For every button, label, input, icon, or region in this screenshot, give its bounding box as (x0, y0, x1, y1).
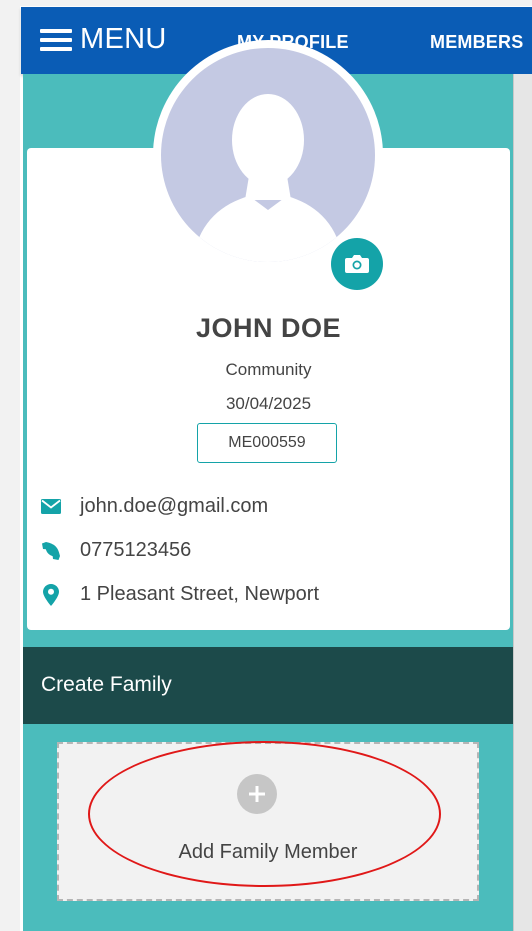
contact-phone-row: 0775123456 (40, 539, 191, 562)
contact-email-row: john.doe@gmail.com (40, 495, 268, 518)
member-id-value: ME000559 (228, 434, 306, 451)
add-family-member-button[interactable]: Add Family Member (57, 742, 479, 901)
plus-circle-icon (237, 774, 277, 814)
avatar (161, 48, 375, 262)
add-family-member-label: Add Family Member (178, 841, 358, 863)
phone-icon (40, 540, 62, 562)
contact-phone: 0775123456 (80, 539, 192, 561)
menu-button[interactable]: MENU (40, 23, 167, 56)
create-family-title: Create Family (41, 673, 172, 696)
profile-name: JOHN DOE (195, 313, 342, 343)
map-marker-icon (40, 583, 62, 606)
window-left-edge (0, 0, 20, 931)
contact-email: john.doe@gmail.com (80, 495, 269, 517)
contact-address-row: 1 Pleasant Street, Newport (40, 583, 319, 606)
camera-icon (345, 255, 369, 273)
nav-link-members[interactable]: MEMBERS (430, 32, 523, 53)
page-right-edge (513, 74, 532, 931)
create-family-header: Create Family (23, 647, 513, 724)
page-right-divider (513, 74, 514, 931)
profile-role: Community (225, 360, 312, 379)
profile-date: 30/04/2025 (225, 394, 312, 413)
contact-address: 1 Pleasant Street, Newport (80, 583, 320, 605)
envelope-icon (40, 496, 62, 518)
change-photo-button[interactable] (331, 238, 383, 290)
member-id-badge: ME000559 (197, 423, 337, 463)
window-top-edge (0, 0, 532, 6)
hamburger-icon (40, 28, 72, 51)
person-silhouette-icon (193, 94, 343, 262)
menu-label: MENU (80, 23, 167, 55)
